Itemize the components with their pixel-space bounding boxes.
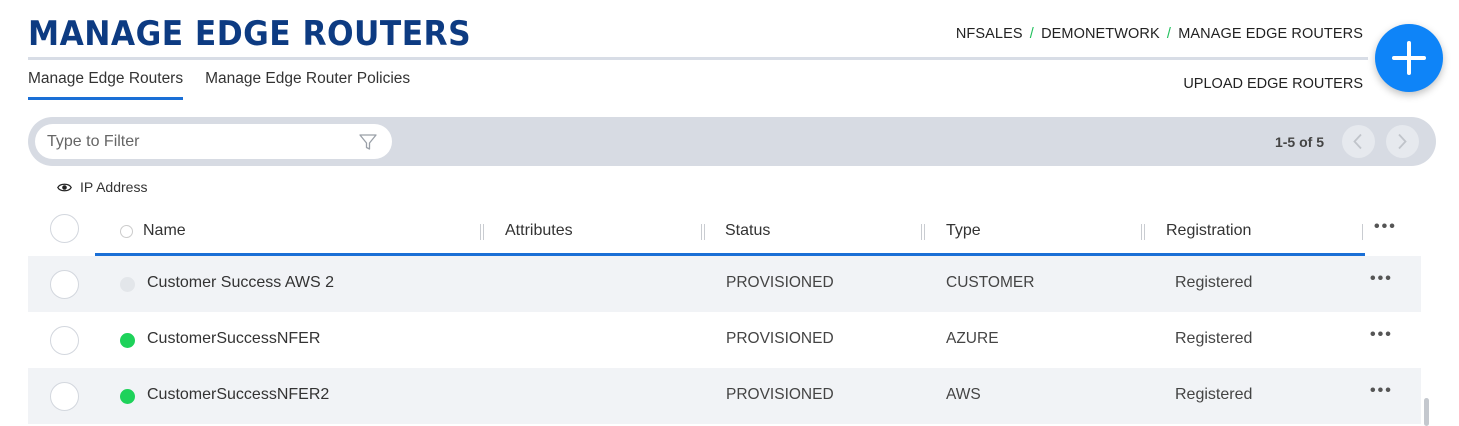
filter-input[interactable] xyxy=(47,124,347,159)
previous-page-button[interactable] xyxy=(1342,125,1375,158)
chevron-left-icon xyxy=(1353,133,1362,150)
tab-bar: Manage Edge Routers Manage Edge Router P… xyxy=(28,70,410,100)
tab-manage-edge-router-policies[interactable]: Manage Edge Router Policies xyxy=(205,70,410,100)
column-resize-handle[interactable] xyxy=(480,224,484,240)
row-checkbox[interactable] xyxy=(50,326,79,355)
row-type: AZURE xyxy=(946,330,999,347)
row-name[interactable]: CustomerSuccessNFER2 xyxy=(147,386,329,404)
more-dots-icon[interactable]: ••• xyxy=(1370,270,1393,288)
column-resize-handle[interactable] xyxy=(701,224,705,240)
eye-icon xyxy=(57,183,72,191)
ip-address-label: IP Address xyxy=(80,179,148,195)
status-indicator-dot xyxy=(120,333,135,348)
row-registration: Registered xyxy=(1175,274,1253,291)
ip-address-toggle[interactable]: IP Address xyxy=(57,179,147,195)
chevron-right-icon xyxy=(1398,133,1407,150)
vertical-scrollbar[interactable] xyxy=(1424,398,1429,426)
filter-funnel-icon[interactable] xyxy=(358,132,378,152)
table-row[interactable]: Customer Success AWS 2 PROVISIONED CUSTO… xyxy=(28,256,1421,312)
upload-edge-routers-link[interactable]: UPLOAD EDGE ROUTERS xyxy=(1183,76,1363,92)
table-row[interactable]: CustomerSuccessNFER2 PROVISIONED AWS Reg… xyxy=(28,368,1421,424)
row-status: PROVISIONED xyxy=(726,274,834,291)
row-type: AWS xyxy=(946,386,981,403)
table-row[interactable]: CustomerSuccessNFER PROVISIONED AZURE Re… xyxy=(28,312,1421,368)
column-header-attributes[interactable]: Attributes xyxy=(505,222,573,240)
row-status: PROVISIONED xyxy=(726,386,834,403)
breadcrumb-item-org[interactable]: NFSALES xyxy=(956,26,1023,42)
more-dots-icon[interactable]: ••• xyxy=(1370,382,1393,400)
page-title: MANAGE EDGE ROUTERS xyxy=(28,14,472,54)
row-name[interactable]: CustomerSuccessNFER xyxy=(147,330,320,348)
breadcrumb-separator: / xyxy=(1029,26,1034,42)
next-page-button[interactable] xyxy=(1386,125,1419,158)
select-all-checkbox[interactable] xyxy=(50,214,79,243)
row-registration: Registered xyxy=(1175,330,1253,347)
title-divider xyxy=(28,57,1368,60)
pagination-count: 1-5 of 5 xyxy=(1274,134,1324,150)
column-header-status[interactable]: Status xyxy=(725,222,770,240)
table-header: Name Attributes Status Type Registration… xyxy=(28,210,1421,258)
header-status-placeholder xyxy=(120,225,133,238)
column-resize-handle[interactable] xyxy=(921,224,925,240)
row-checkbox[interactable] xyxy=(50,270,79,299)
row-registration: Registered xyxy=(1175,386,1253,403)
breadcrumb-item-current: MANAGE EDGE ROUTERS xyxy=(1178,26,1363,42)
more-dots-icon[interactable]: ••• xyxy=(1370,326,1393,344)
more-dots-icon[interactable]: ••• xyxy=(1374,218,1397,236)
add-edge-router-button[interactable] xyxy=(1375,24,1443,92)
row-name[interactable]: Customer Success AWS 2 xyxy=(147,274,334,292)
column-header-registration[interactable]: Registration xyxy=(1166,222,1251,240)
row-checkbox[interactable] xyxy=(50,382,79,411)
column-header-name[interactable]: Name xyxy=(143,222,186,240)
row-type: CUSTOMER xyxy=(946,274,1035,291)
breadcrumb-item-network[interactable]: DEMONETWORK xyxy=(1041,26,1160,42)
column-resize-handle[interactable] xyxy=(1141,224,1145,240)
tab-manage-edge-routers[interactable]: Manage Edge Routers xyxy=(28,70,184,100)
row-status: PROVISIONED xyxy=(726,330,834,347)
status-indicator-dot xyxy=(120,389,135,404)
breadcrumb: NFSALES / DEMONETWORK / MANAGE EDGE ROUT… xyxy=(956,26,1363,42)
plus-icon xyxy=(1392,41,1426,75)
column-header-type[interactable]: Type xyxy=(946,222,981,240)
filter-input-wrapper xyxy=(35,124,392,159)
filter-bar: 1-5 of 5 xyxy=(28,117,1436,166)
status-indicator-dot xyxy=(120,277,135,292)
column-resize-handle[interactable] xyxy=(1362,224,1363,240)
breadcrumb-separator: / xyxy=(1166,26,1172,42)
